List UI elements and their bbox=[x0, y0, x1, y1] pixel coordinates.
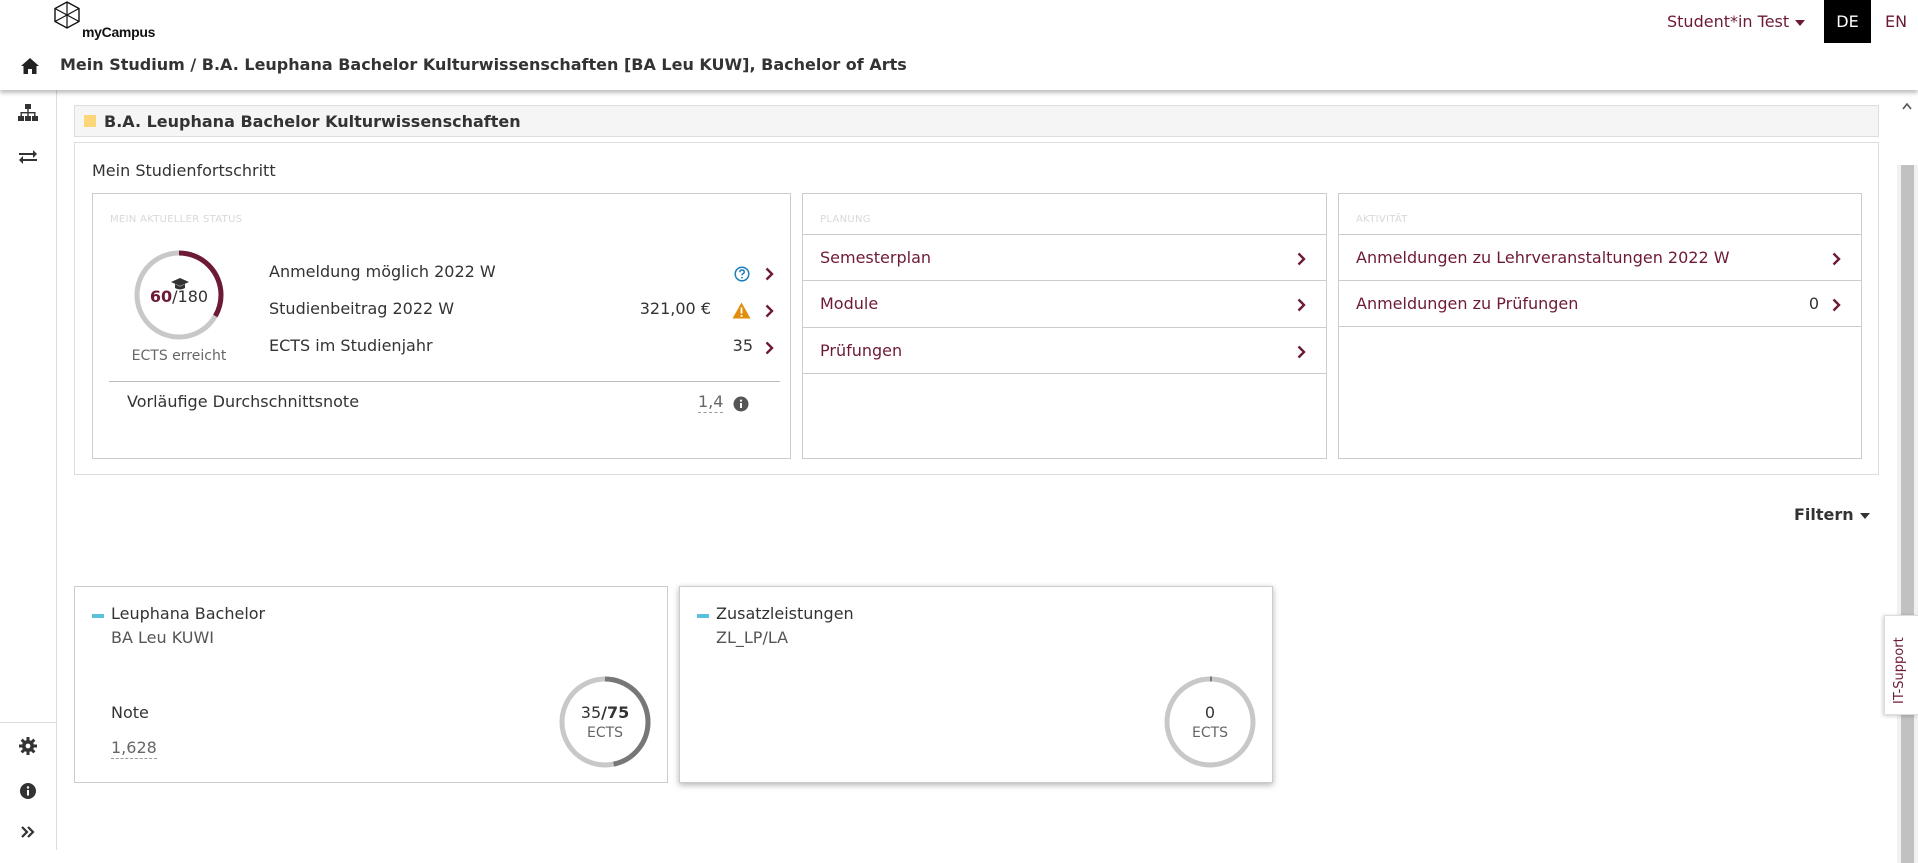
chevron-right-icon bbox=[1297, 252, 1306, 266]
card-code: ZL_LP/LA bbox=[716, 628, 789, 647]
language-de-button[interactable]: DE bbox=[1824, 0, 1871, 43]
chevron-right-icon[interactable] bbox=[765, 304, 774, 318]
chevron-right-icon[interactable] bbox=[765, 267, 774, 281]
program-card-bachelor[interactable]: Leuphana Bachelor BA Leu KUWI Note 1,628… bbox=[74, 586, 668, 783]
planning-panel: PLANUNG Semesterplan Module Prüfungen bbox=[802, 193, 1327, 459]
cube-logo-icon bbox=[54, 1, 80, 29]
link-exam-registrations[interactable]: Anmeldungen zu Prüfungen 0 bbox=[1339, 280, 1861, 327]
card-accent-dash bbox=[92, 614, 104, 618]
status-row-label: ECTS im Studienjahr bbox=[269, 336, 433, 355]
link-label: Module bbox=[820, 294, 879, 313]
link-label: Prüfungen bbox=[820, 341, 903, 360]
sidebar-divider bbox=[0, 722, 56, 723]
home-icon[interactable] bbox=[20, 57, 40, 75]
card-ects-value: 0 bbox=[1204, 703, 1216, 722]
link-module[interactable]: Module bbox=[803, 280, 1326, 327]
chevron-right-icon[interactable] bbox=[765, 341, 774, 355]
exchange-icon[interactable] bbox=[17, 146, 39, 168]
logo-text: myCampus bbox=[82, 24, 156, 40]
left-sidebar bbox=[0, 90, 57, 850]
gear-icon[interactable] bbox=[17, 735, 39, 757]
help-circle-icon[interactable] bbox=[734, 266, 750, 282]
user-menu-dropdown[interactable]: Student*in Test bbox=[1667, 12, 1806, 31]
it-support-label: IT-Support bbox=[1892, 637, 1907, 704]
average-grade-label: Vorläufige Durchschnittsnote bbox=[127, 392, 360, 411]
status-row-registration[interactable]: Anmeldung möglich 2022 W bbox=[269, 257, 779, 287]
status-panel: MEIN AKTUELLER STATUS 60/180 ECTS erreic… bbox=[92, 193, 791, 459]
chevron-right-icon bbox=[1832, 298, 1841, 312]
study-progress-section: Mein Studienfortschritt MEIN AKTUELLER S… bbox=[74, 142, 1879, 475]
mycampus-logo[interactable]: myCampus bbox=[52, 0, 156, 44]
filter-dropdown[interactable]: Filtern bbox=[1794, 505, 1870, 524]
card-ects-total: /75 bbox=[601, 703, 630, 722]
sitemap-icon[interactable] bbox=[17, 102, 39, 124]
link-label: Anmeldungen zu Prüfungen bbox=[1356, 294, 1579, 313]
top-header: myCampus Mein Studium / B.A. Leuphana Ba… bbox=[0, 0, 1918, 90]
warning-icon bbox=[732, 302, 751, 319]
program-card-zusatzleistungen[interactable]: Zusatzleistungen ZL_LP/LA 0 ECTS bbox=[679, 586, 1273, 783]
activity-panel: AKTIVITÄT Anmeldungen zu Lehrveranstaltu… bbox=[1338, 193, 1862, 459]
scroll-up-arrow-icon[interactable] bbox=[1902, 102, 1912, 110]
status-row-value: 35 bbox=[732, 336, 753, 355]
status-panel-label: MEIN AKTUELLER STATUS bbox=[110, 214, 243, 225]
study-program-bar[interactable]: B.A. Leuphana Bachelor Kulturwissenschaf… bbox=[74, 105, 1879, 137]
average-grade-value[interactable]: 1,4 bbox=[698, 392, 724, 413]
ects-gauge-value: 60/180 bbox=[133, 287, 225, 306]
link-label: Anmeldungen zu Lehrveranstaltungen 2022 … bbox=[1356, 248, 1730, 267]
info-icon[interactable] bbox=[733, 396, 749, 412]
vertical-scrollbar[interactable] bbox=[1897, 90, 1918, 863]
card-title: Leuphana Bachelor bbox=[111, 604, 266, 623]
chevron-right-icon bbox=[1832, 252, 1841, 266]
chevron-right-icon bbox=[1297, 298, 1306, 312]
program-title: B.A. Leuphana Bachelor Kulturwissenschaf… bbox=[104, 111, 521, 131]
status-row-label: Studienbeitrag 2022 W bbox=[269, 299, 455, 318]
double-chevron-right-icon[interactable] bbox=[17, 821, 39, 843]
scrollbar-thumb[interactable] bbox=[1901, 165, 1914, 863]
caret-down-icon bbox=[1859, 512, 1870, 519]
card-note-label: Note bbox=[111, 703, 149, 722]
card-ects-achieved: 35 bbox=[580, 703, 602, 722]
link-count: 0 bbox=[1808, 294, 1819, 313]
card-ects-ring bbox=[559, 676, 651, 768]
status-row-ects-year[interactable]: ECTS im Studienjahr 35 bbox=[269, 331, 779, 361]
card-ects-ring bbox=[1164, 676, 1256, 768]
card-title: Zusatzleistungen bbox=[716, 604, 854, 623]
user-menu-label: Student*in Test bbox=[1667, 12, 1790, 31]
activity-panel-label: AKTIVITÄT bbox=[1356, 214, 1408, 225]
status-divider bbox=[109, 381, 780, 382]
status-row-fee[interactable]: Studienbeitrag 2022 W 321,00 € bbox=[269, 294, 779, 324]
card-accent-dash bbox=[697, 614, 709, 618]
status-row-label: Anmeldung möglich 2022 W bbox=[269, 262, 496, 281]
card-code: BA Leu KUWI bbox=[111, 628, 215, 647]
breadcrumb[interactable]: Mein Studium / B.A. Leuphana Bachelor Ku… bbox=[60, 55, 907, 74]
link-pruefungen[interactable]: Prüfungen bbox=[803, 327, 1326, 374]
it-support-tab[interactable]: IT-Support bbox=[1884, 615, 1918, 715]
status-row-value: 321,00 € bbox=[639, 299, 711, 318]
info-icon[interactable] bbox=[17, 780, 39, 802]
chevron-right-icon bbox=[1297, 345, 1306, 359]
ects-achieved: 60 bbox=[149, 287, 173, 306]
card-note-value[interactable]: 1,628 bbox=[111, 738, 157, 759]
link-label: Semesterplan bbox=[820, 248, 932, 267]
ects-gauge-caption: ECTS erreicht bbox=[131, 348, 227, 364]
planning-panel-label: PLANUNG bbox=[820, 214, 871, 225]
progress-title: Mein Studienfortschritt bbox=[92, 161, 276, 180]
language-en-button[interactable]: EN bbox=[1874, 0, 1918, 43]
link-semesterplan[interactable]: Semesterplan bbox=[803, 234, 1326, 281]
card-ects-unit: ECTS bbox=[1191, 725, 1229, 741]
program-color-square bbox=[84, 115, 96, 127]
card-ects-unit: ECTS bbox=[586, 725, 624, 741]
scrollbar-track[interactable] bbox=[1897, 165, 1918, 863]
ects-total: /180 bbox=[172, 287, 209, 306]
filter-label: Filtern bbox=[1794, 505, 1854, 524]
caret-down-icon bbox=[1795, 19, 1806, 26]
card-ects-value: 35/75 bbox=[559, 703, 651, 722]
link-course-registrations[interactable]: Anmeldungen zu Lehrveranstaltungen 2022 … bbox=[1339, 234, 1861, 281]
